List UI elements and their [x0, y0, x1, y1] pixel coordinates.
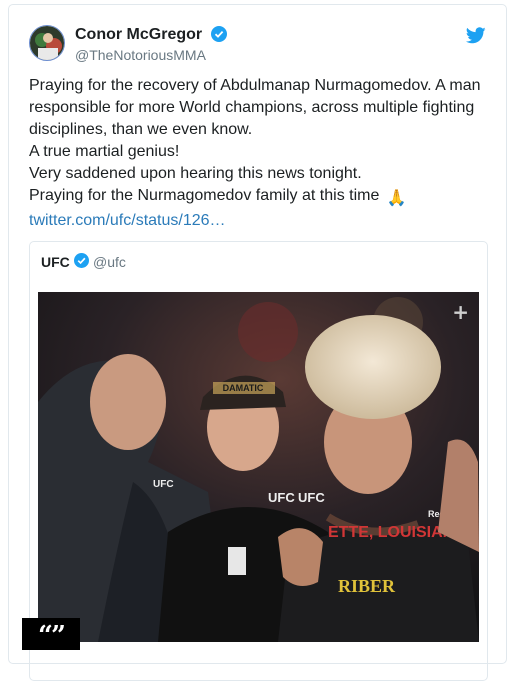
photo-illustration: DAMATIC UFC UFC UFC ETTE, LOUISIANE RIBE… [38, 292, 479, 642]
svg-text:UFC: UFC [153, 479, 174, 490]
tweet-card[interactable]: Conor McGregor @TheNotoriousMMA Praying … [8, 4, 507, 681]
twitter-bird-icon[interactable] [465, 27, 486, 49]
svg-text:UFC: UFC [268, 490, 295, 505]
quoted-author-name[interactable]: UFC [41, 254, 70, 270]
tweet-text-line-6: Praying for the Nurmagomedov family at t… [29, 185, 489, 210]
quoted-author-handle[interactable]: @ufc [93, 254, 126, 270]
svg-text:RIBER: RIBER [338, 576, 396, 596]
tweet-text-line-1: Praying for the recovery of Abdulmanap N… [29, 77, 481, 94]
tweet-text-line-6-text: Praying for the Nurmagomedov family at t… [29, 187, 380, 204]
tweet-text-line-3: disciplines, than we even know. [29, 121, 253, 138]
verified-badge-icon [74, 253, 89, 273]
expand-media-icon[interactable]: + [452, 300, 469, 324]
tweet-text-line-5: Very saddened upon hearing this news ton… [29, 165, 362, 182]
quoted-tweet[interactable]: UFC @ufc DAMATIC UFC UFC UFC ETTE, LOUIS… [29, 241, 488, 681]
svg-text:UFC: UFC [298, 490, 325, 505]
verified-badge-icon [210, 26, 227, 47]
quoted-media-photo[interactable]: DAMATIC UFC UFC UFC ETTE, LOUISIANE RIBE… [38, 292, 479, 642]
author-name[interactable]: Conor McGregor [75, 26, 227, 47]
tweet-text-line-2: responsible for more World champions, ac… [29, 99, 475, 116]
quote-badge-icon: “” [22, 618, 80, 651]
tweet-text-line-4: A true martial genius! [29, 143, 180, 160]
avatar[interactable] [29, 25, 65, 61]
praying-hands-icon: 🙏 [386, 190, 407, 207]
author-name-text[interactable]: Conor McGregor [75, 26, 202, 43]
tweet-link[interactable]: twitter.com/ufc/status/126… [29, 210, 489, 232]
author-handle[interactable]: @TheNotoriousMMA [75, 47, 206, 63]
svg-text:DAMATIC: DAMATIC [223, 383, 264, 393]
tweet-text: Praying for the recovery of Abdulmanap N… [29, 75, 489, 232]
